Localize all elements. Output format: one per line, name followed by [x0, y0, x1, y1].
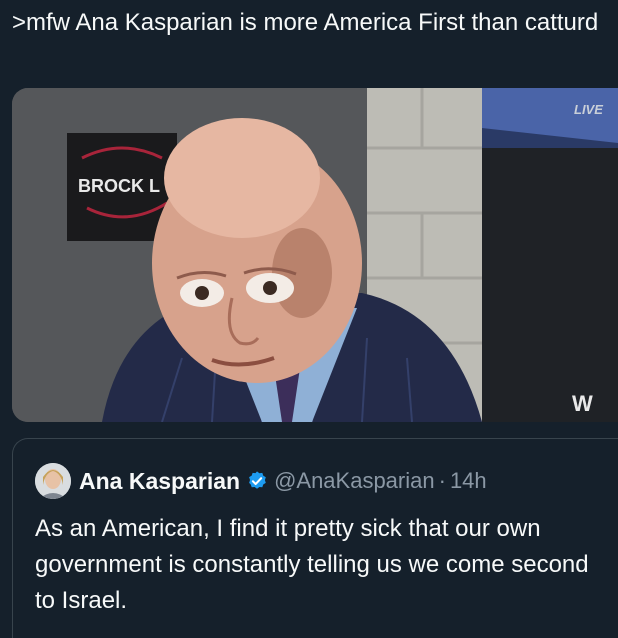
post-text: >mfw Ana Kasparian is more America First…: [12, 9, 599, 36]
quote-author-handle[interactable]: @AnaKasparian: [274, 468, 435, 494]
separator-dot: ·: [438, 468, 446, 493]
verified-badge-icon: [246, 470, 268, 492]
quote-timestamp[interactable]: 14h: [450, 468, 487, 494]
meme-image: LIVE BROCK L W: [12, 88, 618, 422]
wwe-watermark: W: [572, 391, 593, 416]
quote-author-name[interactable]: Ana Kasparian: [79, 468, 240, 495]
avatar[interactable]: [35, 463, 71, 499]
live-badge: LIVE: [574, 102, 603, 117]
quoted-tweet[interactable]: Ana Kasparian @AnaKasparian · 14h As an …: [12, 438, 618, 638]
post-image[interactable]: LIVE BROCK L W: [12, 88, 618, 422]
sign-text: BROCK L: [78, 176, 160, 196]
quote-header: Ana Kasparian @AnaKasparian · 14h: [35, 463, 487, 499]
quote-text: As an American, I find it pretty sick th…: [35, 515, 589, 614]
